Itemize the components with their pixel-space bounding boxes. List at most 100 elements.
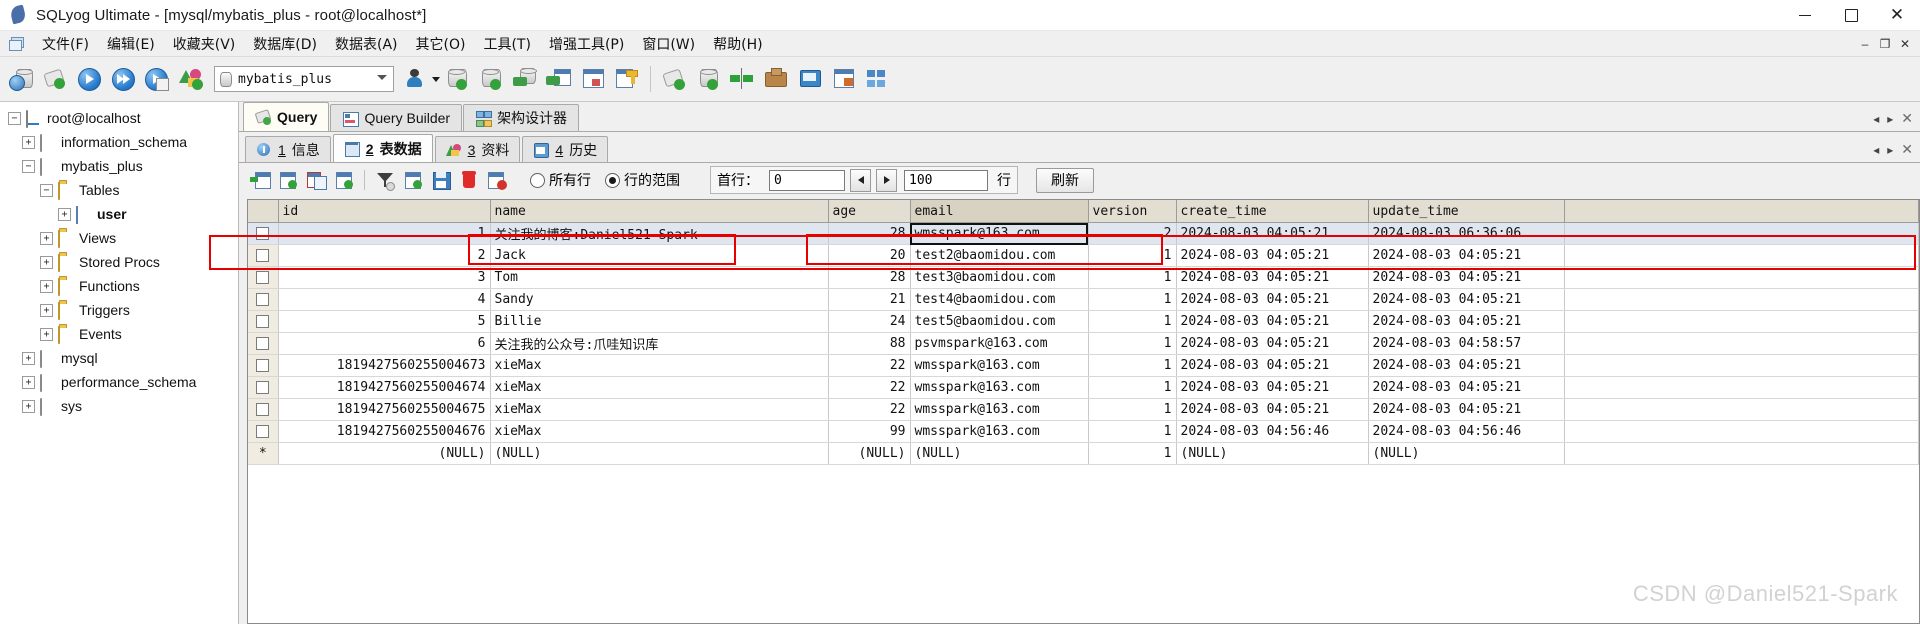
cell-name[interactable]: xieMax [490, 376, 829, 399]
menu-table[interactable]: 数据表(A) [326, 31, 407, 57]
menu-edit[interactable]: 编辑(E) [98, 31, 164, 57]
cell-update-time[interactable]: 2024-08-03 04:05:21 [1368, 354, 1565, 377]
object-browser[interactable]: − root@localhost + information_schema − … [0, 102, 239, 624]
cell-id[interactable]: 1819427560255004676 [278, 420, 491, 443]
tree-db-performance-schema[interactable]: + performance_schema [0, 370, 238, 394]
cell-id[interactable]: 6 [278, 332, 491, 355]
cell-update-time[interactable]: 2024-08-03 04:58:57 [1368, 332, 1565, 355]
cell-age[interactable]: 22 [828, 354, 911, 377]
expander-icon[interactable]: + [22, 399, 35, 413]
cell-email[interactable]: test5@baomidou.com [910, 310, 1089, 333]
table-row[interactable]: 6 关注我的公众号:爪哇知识库 88 psvmspark@163.com 1 2… [248, 332, 1919, 355]
mdi-restore-button[interactable]: ❐ [1876, 35, 1894, 52]
tab-nav-next-icon[interactable]: ▸ [1887, 112, 1893, 126]
cell-update-time[interactable]: 2024-08-03 04:05:21 [1368, 376, 1565, 399]
chevron-down-icon[interactable] [377, 75, 387, 80]
cell-create-time[interactable]: (NULL) [1176, 442, 1369, 465]
mdi-app-icon[interactable] [9, 37, 24, 51]
import-external-data-icon[interactable] [508, 61, 542, 97]
new-row[interactable]: * (NULL) (NULL) (NULL) (NULL) 1 (NULL) (… [248, 442, 1919, 465]
cell-email[interactable]: psvmspark@163.com [910, 332, 1089, 355]
close-button[interactable]: ✕ [1874, 0, 1920, 30]
table-row[interactable]: 1819427560255004674 xieMax 22 wmsspark@1… [248, 376, 1919, 399]
cell-name[interactable]: 关注我的公众号:爪哇知识库 [490, 332, 829, 355]
cell-version[interactable]: 1 [1088, 376, 1177, 399]
tree-root-localhost[interactable]: − root@localhost [0, 106, 238, 130]
expander-icon[interactable]: + [40, 231, 53, 245]
column-header-id[interactable]: id [278, 200, 491, 223]
column-header-age[interactable]: age [828, 200, 911, 223]
cell-update-time[interactable]: 2024-08-03 04:05:21 [1368, 266, 1565, 289]
tree-folder-events[interactable]: + Events [0, 322, 238, 346]
maximize-button[interactable] [1828, 0, 1874, 30]
cell-age[interactable]: 28 [828, 266, 911, 289]
export-table-data-icon[interactable] [542, 61, 576, 97]
row-checkbox[interactable] [248, 244, 279, 267]
add-row-icon[interactable] [331, 167, 357, 193]
column-header-version[interactable]: version [1088, 200, 1177, 223]
cell-email[interactable]: wmsspark@163.com [910, 398, 1089, 421]
cell-version[interactable]: 1 [1088, 420, 1177, 443]
cell-create-time[interactable]: 2024-08-03 04:05:21 [1176, 244, 1369, 267]
expander-icon[interactable]: + [40, 255, 53, 269]
tab-nav-prev-icon[interactable]: ◂ [1873, 112, 1879, 126]
row-checkbox[interactable] [248, 288, 279, 311]
copy-row-to-clipboard-icon[interactable] [303, 167, 329, 193]
tree-folder-tables[interactable]: − Tables [0, 178, 238, 202]
row-checkbox[interactable] [248, 376, 279, 399]
cell-age[interactable]: (NULL) [828, 442, 911, 465]
cell-name[interactable]: xieMax [490, 420, 829, 443]
cell-update-time[interactable]: 2024-08-03 04:05:21 [1368, 310, 1565, 333]
tree-db-sys[interactable]: + sys [0, 394, 238, 418]
result-tab-profile[interactable]: 3 资料 [434, 136, 521, 162]
cell-name[interactable]: xieMax [490, 398, 829, 421]
cell-email[interactable]: test4@baomidou.com [910, 288, 1089, 311]
cell-id[interactable]: 1819427560255004674 [278, 376, 491, 399]
cell-age[interactable]: 22 [828, 398, 911, 421]
delete-row-icon[interactable] [456, 167, 482, 193]
cell-create-time[interactable]: 2024-08-03 04:05:21 [1176, 288, 1369, 311]
cell-email[interactable]: wmsspark@163.com [910, 420, 1089, 443]
expander-icon[interactable]: + [40, 303, 53, 317]
column-header-email[interactable]: email [910, 200, 1089, 223]
cell-create-time[interactable]: 2024-08-03 04:05:21 [1176, 354, 1369, 377]
cell-id[interactable]: 1819427560255004675 [278, 398, 491, 421]
expander-icon[interactable]: − [8, 111, 21, 125]
database-sync-icon[interactable] [691, 61, 725, 97]
menu-file[interactable]: 文件(F) [33, 31, 98, 57]
tree-folder-stored-procs[interactable]: + Stored Procs [0, 250, 238, 274]
table-diagnostics-icon[interactable] [576, 61, 610, 97]
cell-name[interactable]: Jack [490, 244, 829, 267]
column-header-update-time[interactable]: update_time [1368, 200, 1565, 223]
cell-age[interactable]: 24 [828, 310, 911, 333]
cell-name[interactable]: (NULL) [490, 442, 829, 465]
cell-email[interactable]: wmsspark@163.com [910, 376, 1089, 399]
menu-tools[interactable]: 工具(T) [474, 31, 539, 57]
row-checkbox[interactable] [248, 222, 279, 245]
cell-version[interactable]: 1 [1088, 332, 1177, 355]
cell-create-time[interactable]: 2024-08-03 04:56:46 [1176, 420, 1369, 443]
table-row[interactable]: 1819427560255004676 xieMax 99 wmsspark@1… [248, 420, 1919, 443]
manage-indexes-icon[interactable] [610, 61, 644, 97]
result-tab-nav-prev-icon[interactable]: ◂ [1873, 143, 1879, 157]
radio-all-rows[interactable]: 所有行 [530, 170, 591, 190]
database-selector[interactable]: mybatis_plus [214, 66, 394, 92]
cell-email[interactable]: wmsspark@163.com [910, 354, 1089, 377]
expander-icon[interactable]: − [40, 183, 53, 197]
query-formatter-icon[interactable] [861, 61, 895, 97]
result-tab-table-data[interactable]: 2 表数据 [332, 134, 433, 162]
cell-id[interactable]: 4 [278, 288, 491, 311]
execute-query-current-icon[interactable] [140, 61, 174, 97]
cell-create-time[interactable]: 2024-08-03 04:05:21 [1176, 310, 1369, 333]
cell-version[interactable]: 1 [1088, 310, 1177, 333]
cell-name[interactable]: Billie [490, 310, 829, 333]
new-query-window-icon[interactable] [657, 61, 691, 97]
menu-database[interactable]: 数据库(D) [244, 31, 326, 57]
cell-update-time[interactable]: 2024-08-03 04:56:46 [1368, 420, 1565, 443]
tab-query[interactable]: Query [243, 102, 330, 131]
cell-id[interactable]: 2 [278, 244, 491, 267]
cell-create-time[interactable]: 2024-08-03 04:05:21 [1176, 332, 1369, 355]
table-row[interactable]: 5 Billie 24 test5@baomidou.com 1 2024-08… [248, 310, 1919, 333]
cell-create-time[interactable]: 2024-08-03 04:05:21 [1176, 376, 1369, 399]
stop-query-icon[interactable] [174, 61, 208, 97]
